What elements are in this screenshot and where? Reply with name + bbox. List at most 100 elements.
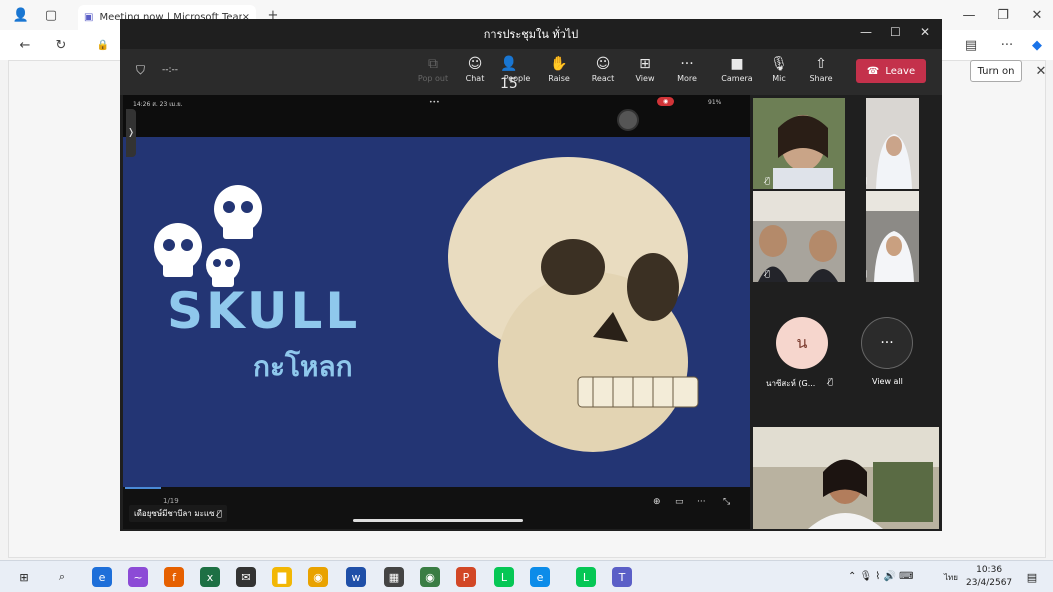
status-dots: •••: [429, 99, 440, 106]
refresh-icon[interactable]: ↻: [50, 34, 72, 56]
muted-mic-icon: 🎙̸: [765, 269, 770, 278]
slide-progress-bar: [125, 487, 161, 489]
muted-mic-icon: 🎙̸: [765, 176, 770, 185]
react-button[interactable]: ☺ React: [586, 54, 620, 92]
clock[interactable]: 10:36 23/4/2567: [966, 564, 1012, 590]
clock-time: 10:36: [976, 565, 1003, 575]
teams-taskbar-icon[interactable]: T: [612, 567, 632, 587]
copilot-icon[interactable]: ◆: [1026, 34, 1048, 56]
restore-icon[interactable]: ❐: [992, 4, 1014, 26]
start-icon[interactable]: ⊞: [14, 567, 34, 587]
word-icon[interactable]: w: [346, 567, 366, 587]
dismiss-banner-icon[interactable]: ✕: [1030, 60, 1052, 82]
line-active-icon[interactable]: L: [576, 567, 596, 587]
more-button[interactable]: ··· More: [670, 54, 704, 92]
small-skull-icon: [214, 185, 262, 239]
ie-icon[interactable]: e: [92, 567, 112, 587]
zoom-icon[interactable]: ⊕: [653, 497, 661, 507]
notifications-icon[interactable]: ▤: [1022, 567, 1042, 587]
share-icon: ⇧: [815, 56, 827, 72]
search-icon[interactable]: ⌕: [52, 567, 72, 587]
participant-avatar[interactable]: น: [776, 317, 828, 369]
people-button[interactable]: 👤15 People: [500, 54, 534, 92]
back-icon[interactable]: ←: [14, 34, 36, 56]
mic-icon: 🎙: [770, 56, 788, 72]
popout-label: Pop out: [417, 74, 449, 83]
react-icon: ☺: [595, 56, 611, 72]
participant-video-tile[interactable]: 🎙̸: [866, 98, 919, 189]
react-label: React: [591, 74, 615, 83]
shared-screen: 14:26 ส. 23 เม.ย. ••• ◉ 91% ❭ SKULL กะโห…: [123, 95, 750, 529]
meeting-toolbar: ⛉ --:-- ⧉ Pop out ☺ Chat 👤15 People ✋ Raise ☺ Rea…: [120, 49, 942, 95]
share-label: Share: [809, 74, 833, 83]
minimize-icon[interactable]: —: [958, 4, 980, 26]
popout-button[interactable]: ⧉ Pop out: [416, 54, 450, 92]
phone-status-bar: 14:26 ส. 23 เม.ย. ••• ◉ 91%: [123, 95, 750, 137]
line-icon[interactable]: L: [494, 567, 514, 587]
leave-button[interactable]: ☎ Leave: [856, 59, 926, 83]
clock-date: 23/4/2567: [966, 578, 1013, 588]
view-all-button[interactable]: ···: [861, 317, 913, 369]
home-indicator: [353, 519, 523, 522]
camera-notch: [617, 109, 639, 131]
language-indicator[interactable]: ไทย: [944, 571, 958, 584]
mic-button[interactable]: 🎙 Mic: [762, 54, 796, 92]
collections-icon[interactable]: ▤: [960, 34, 982, 56]
store-icon[interactable]: ▦: [384, 567, 404, 587]
share-button[interactable]: ⇧ Share: [804, 54, 838, 92]
muted-mic-icon: 🎙̸: [866, 176, 867, 185]
turn-on-button[interactable]: Turn on: [970, 60, 1022, 82]
view-button[interactable]: ⊞ View: [628, 54, 662, 92]
close-window-icon[interactable]: ✕: [1026, 4, 1048, 26]
tab-actions-icon[interactable]: ▢: [40, 4, 62, 26]
recording-indicator: ◉: [657, 97, 675, 106]
muted-mic-icon: 🎙̸: [828, 377, 833, 386]
teams-meeting-window: การประชุมใน ทั่วไป — ☐ ✕ ⛉ --:-- ⧉ Pop ou…: [120, 19, 942, 531]
firefox-icon[interactable]: f: [164, 567, 184, 587]
mail-icon[interactable]: ✉: [236, 567, 256, 587]
edge-icon[interactable]: e: [530, 567, 550, 587]
slide-content: SKULL กะโหลก: [123, 137, 750, 487]
minimize-meeting-icon[interactable]: —: [860, 25, 872, 39]
participant-video-tile[interactable]: 🎙̸: [866, 191, 919, 282]
excel-icon[interactable]: x: [200, 567, 220, 587]
large-skull-illustration: [448, 157, 699, 452]
exit-fullscreen-icon[interactable]: ⤡: [723, 497, 730, 507]
slide-title-english: SKULL: [167, 282, 361, 340]
chat-button[interactable]: ☺ Chat: [458, 54, 492, 92]
participant-video-tile[interactable]: 🎙̸: [753, 191, 845, 282]
slide-title-thai: กะโหลก: [253, 350, 353, 383]
camera-label: Camera: [721, 74, 753, 83]
participant-name: นาซีสะห์ (G...: [766, 379, 816, 388]
slide-page-number: 1/19: [163, 497, 179, 505]
chrome-icon[interactable]: ◉: [308, 567, 328, 587]
presenter-name-label: เดือยุซษ์มีชาบีลา มะแซ 🎙̸: [129, 505, 227, 522]
view-label: View: [635, 74, 655, 83]
chrome-app-icon[interactable]: ◉: [420, 567, 440, 587]
system-tray-icons[interactable]: ⌃ 🎙 ⌇ 🔊 ⌨: [848, 571, 914, 582]
people-icon: 👤15: [500, 56, 518, 92]
presenter-name: เดือยุซษ์มีชาบีลา มะแซ: [134, 509, 215, 518]
people-label: People: [503, 74, 531, 83]
shield-icon: ⛉: [136, 63, 146, 77]
meeting-title: การประชุมใน ทั่วไป: [120, 19, 942, 49]
self-video-tile[interactable]: [753, 427, 939, 529]
file-explorer-icon[interactable]: ▇: [272, 567, 292, 587]
camera-button[interactable]: ■ Camera: [720, 54, 754, 92]
lock-icon[interactable]: 🔒: [92, 34, 114, 56]
status-battery: 91%: [708, 99, 722, 106]
profile-icon[interactable]: 👤: [10, 4, 32, 26]
windows-taskbar: ⊞ ⌕ e ~ f x ✉ ▇ ◉ w ▦ ◉ P L e L T ⌃ 🎙 ⌇ …: [0, 560, 1053, 592]
participant-video-tile[interactable]: 🎙̸: [753, 98, 845, 189]
muted-mic-icon: 🎙̸: [866, 269, 867, 278]
more-options-icon[interactable]: ···: [697, 497, 706, 507]
side-panel-toggle[interactable]: ❭: [126, 109, 136, 157]
more-icon[interactable]: ···: [996, 34, 1018, 56]
messenger-icon[interactable]: ~: [128, 567, 148, 587]
raise-button[interactable]: ✋ Raise: [542, 54, 576, 92]
small-skull-icon: [154, 223, 202, 277]
close-meeting-icon[interactable]: ✕: [920, 25, 930, 39]
captions-icon[interactable]: ▭: [675, 497, 684, 507]
maximize-meeting-icon[interactable]: ☐: [890, 25, 901, 39]
powerpoint-icon[interactable]: P: [456, 567, 476, 587]
